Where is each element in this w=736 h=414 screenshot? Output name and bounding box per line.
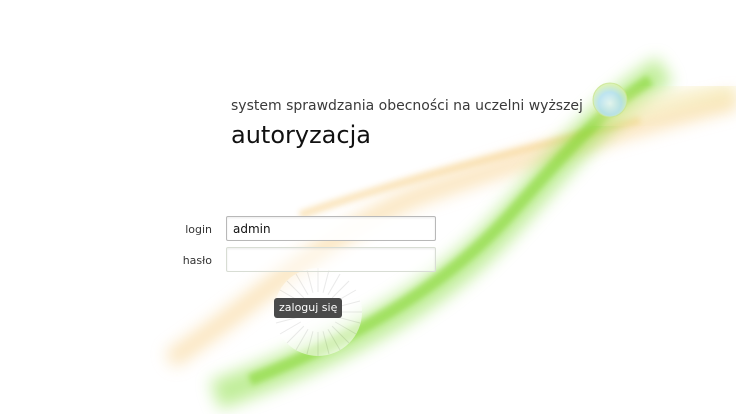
- password-label: hasło: [182, 254, 212, 267]
- bubble-circle-icon: [592, 82, 628, 118]
- page-subtitle: system sprawdzania obecności na uczelni …: [231, 98, 583, 114]
- password-input[interactable]: [226, 247, 436, 272]
- page-title: autoryzacja: [231, 121, 371, 149]
- login-button[interactable]: zaloguj się: [274, 298, 343, 318]
- background-swoosh-art: [165, 57, 736, 410]
- login-input[interactable]: [226, 216, 436, 241]
- login-label: login: [185, 223, 212, 236]
- login-page: system sprawdzania obecności na uczelni …: [0, 0, 736, 414]
